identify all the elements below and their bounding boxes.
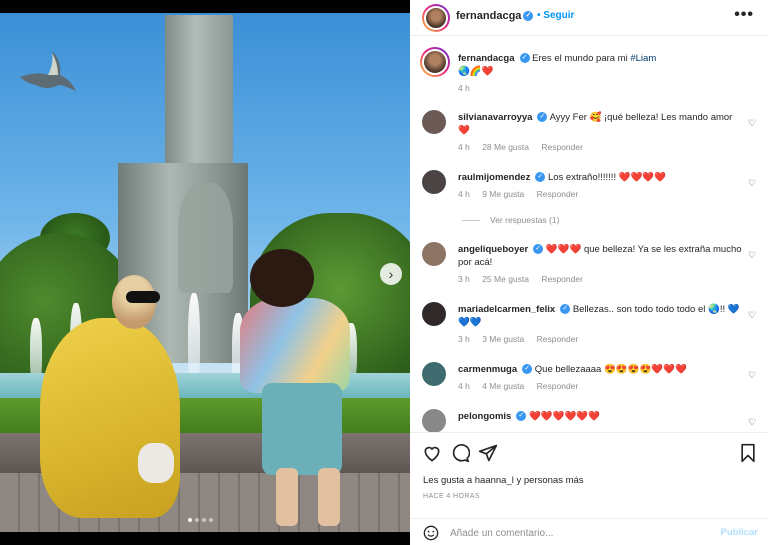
- verified-icon: ✓: [560, 304, 571, 315]
- post-time: HACE 4 HORAS: [423, 493, 480, 500]
- view-replies-button[interactable]: Ver respuestas (1): [462, 215, 559, 225]
- verified-icon: ✓: [523, 11, 534, 22]
- verified-icon: ✓: [519, 53, 530, 64]
- caption-username[interactable]: fernandacga: [458, 53, 515, 64]
- verified-icon: ✓: [537, 112, 548, 123]
- comment-username[interactable]: silvianavarroyya: [458, 112, 532, 123]
- comment-text: ❤️❤️❤️❤️❤️❤️: [528, 411, 600, 422]
- share-send-icon[interactable]: [478, 443, 498, 463]
- comment-bubble-icon[interactable]: [450, 443, 470, 463]
- comment-likes[interactable]: 9 Me gusta: [482, 189, 524, 199]
- child-hair: [250, 249, 314, 307]
- caption-text: Eres el mundo para mi: [532, 53, 628, 64]
- child-leg: [276, 468, 298, 526]
- publish-button[interactable]: Publicar: [721, 527, 759, 538]
- verified-icon: ✓: [522, 364, 533, 375]
- carousel-dots: [188, 518, 213, 522]
- comment-username[interactable]: angeliqueboyer: [458, 244, 528, 255]
- caption-time: 4 h: [458, 83, 470, 93]
- comment-time: 3 h: [458, 334, 470, 344]
- add-comment-bar: Publicar: [410, 518, 768, 545]
- comment-likes[interactable]: 4 Me gusta: [482, 381, 524, 391]
- verified-icon: ✓: [516, 411, 527, 422]
- obelisk: [165, 15, 233, 185]
- avatar[interactable]: [422, 4, 450, 32]
- pigeon-icon: [20, 51, 76, 91]
- sunglasses: [126, 291, 160, 303]
- like-heart-icon[interactable]: ♡: [748, 250, 758, 260]
- reply-button[interactable]: Responder: [537, 334, 579, 344]
- comment-likes[interactable]: 3 Me gusta: [482, 334, 524, 344]
- like-heart-icon[interactable]: ♡: [748, 118, 758, 128]
- comment-text: Los extraño!!!!!!! ❤️❤️❤️❤️: [547, 172, 667, 183]
- avatar[interactable]: [422, 362, 446, 386]
- next-photo-button[interactable]: ›: [380, 263, 402, 285]
- avatar[interactable]: [422, 242, 446, 266]
- reply-button[interactable]: Responder: [537, 189, 579, 199]
- photo-scene: [0, 13, 410, 532]
- comment-likes[interactable]: 28 Me gusta: [482, 142, 529, 152]
- child-leg: [318, 468, 340, 526]
- reply-button[interactable]: Responder: [537, 381, 579, 391]
- header-username[interactable]: fernandacga ✓: [456, 10, 534, 22]
- child-shirt: [240, 298, 350, 393]
- woman-yellow-dress: [40, 318, 180, 518]
- save-bookmark-icon[interactable]: [738, 443, 758, 463]
- reply-button[interactable]: Responder: [541, 274, 583, 284]
- comment-time: 4 h: [458, 142, 470, 152]
- likes-summary[interactable]: Les gusta a haanna_l y personas más: [423, 475, 584, 486]
- comment-input[interactable]: [450, 525, 700, 541]
- post-header: fernandacga ✓ • Seguir •••: [410, 0, 768, 36]
- post-photo: ›: [0, 0, 410, 545]
- comment-username[interactable]: mariadelcarmen_felix: [458, 304, 555, 315]
- avatar[interactable]: [420, 47, 450, 77]
- comments-list: fernandacga ✓ Eres el mundo para mi #Liam…: [410, 37, 768, 432]
- verified-icon: ✓: [535, 172, 546, 183]
- comment-time: 4 h: [458, 189, 470, 199]
- photo-letterbox-top: [0, 0, 410, 13]
- photo-letterbox-bottom: [0, 532, 410, 545]
- verified-icon: ✓: [533, 244, 544, 255]
- comment-username[interactable]: carmenmuga: [458, 364, 517, 375]
- comment-time: 3 h: [458, 274, 470, 284]
- like-heart-icon[interactable]: ♡: [748, 178, 758, 188]
- handbag: [138, 443, 174, 483]
- follow-button[interactable]: • Seguir: [537, 10, 574, 21]
- more-options-icon[interactable]: •••: [734, 6, 754, 24]
- avatar[interactable]: [422, 302, 446, 326]
- comment-username[interactable]: pelongomis: [458, 411, 511, 422]
- caption-emojis: 🌏🌈❤️: [458, 66, 494, 77]
- avatar[interactable]: [422, 170, 446, 194]
- hashtag-link[interactable]: #Liam: [630, 53, 656, 64]
- avatar[interactable]: [422, 409, 446, 432]
- like-heart-icon[interactable]: ♡: [748, 417, 758, 427]
- comment-likes[interactable]: 25 Me gusta: [482, 274, 529, 284]
- avatar[interactable]: [422, 110, 446, 134]
- post-side-panel: fernandacga ✓ • Seguir ••• fernandacga ✓ E…: [410, 0, 768, 545]
- like-heart-icon[interactable]: ♡: [748, 310, 758, 320]
- like-heart-icon[interactable]: ♡: [748, 370, 758, 380]
- reply-button[interactable]: Responder: [541, 142, 583, 152]
- comment-username[interactable]: raulmijomendez: [458, 172, 530, 183]
- like-heart-icon[interactable]: [422, 443, 442, 463]
- child-shorts: [262, 383, 342, 475]
- comment-time: 4 h: [458, 381, 470, 391]
- emoji-icon[interactable]: [423, 525, 439, 541]
- comment-text: Que bellezaaaa 😍😍😍😍❤️❤️❤️: [534, 364, 687, 375]
- post-actions: Les gusta a haanna_l y personas más HACE…: [410, 432, 768, 545]
